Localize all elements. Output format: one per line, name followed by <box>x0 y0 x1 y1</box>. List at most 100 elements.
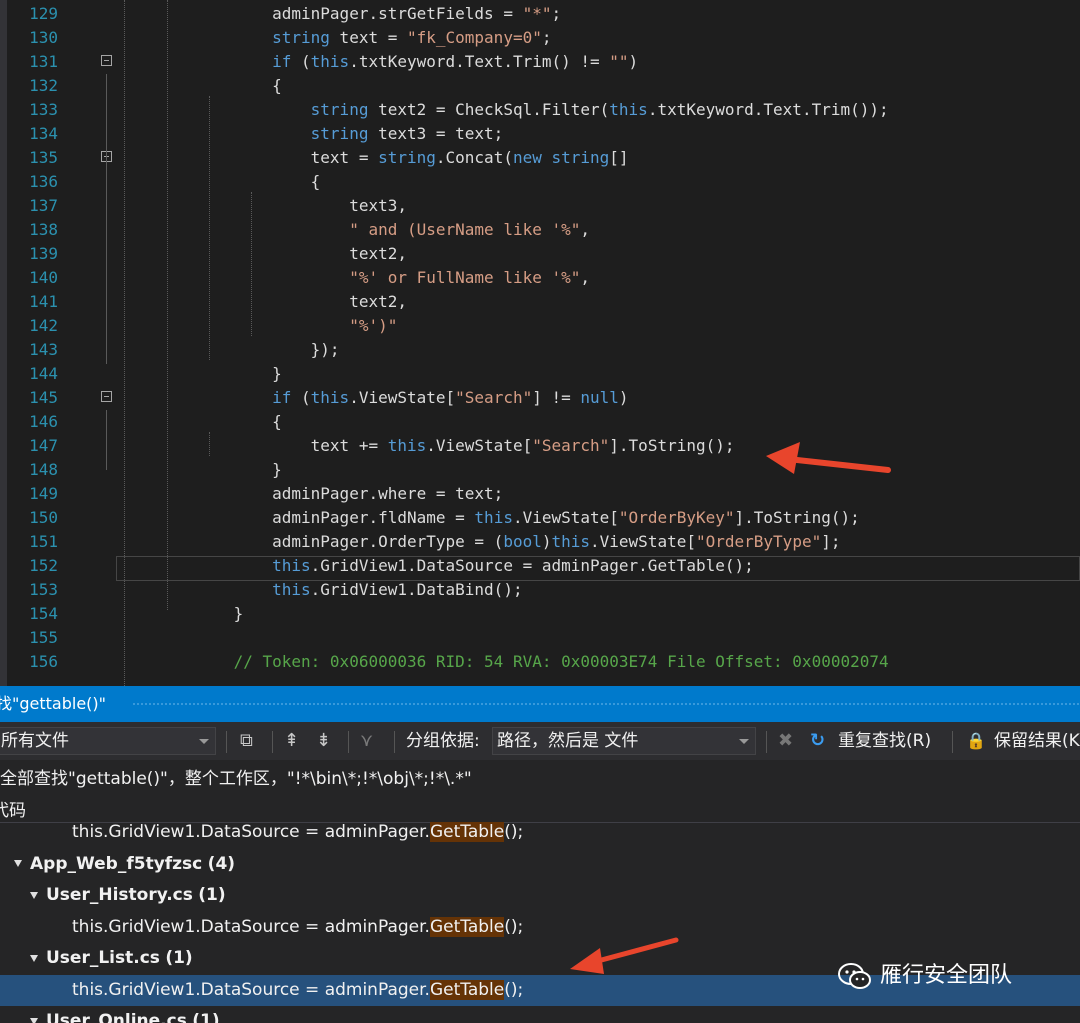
line-number: 151 <box>29 532 58 551</box>
line-number: 131 <box>29 52 58 71</box>
find-results-title-bar[interactable]: 找"gettable()" <box>0 686 1080 722</box>
code-line[interactable]: 133 string text2 = CheckSql.Filter(this.… <box>0 98 1080 122</box>
go-to-next-icon[interactable]: ⇟ <box>316 728 331 754</box>
code-text: text = string.Concat(new string[] <box>118 146 629 170</box>
copy-icon[interactable]: ⧉ <box>240 728 253 754</box>
code-token: , <box>580 220 591 239</box>
code-text: string text = "fk_Company=0"; <box>118 26 551 50</box>
toolbar-separator <box>394 731 395 753</box>
code-text: { <box>118 170 321 194</box>
code-line[interactable]: 136 { <box>0 170 1080 194</box>
scope-dropdown[interactable]: 所有文件 <box>0 727 216 755</box>
code-line[interactable]: 153 this.GridView1.DataBind(); <box>0 578 1080 602</box>
code-text: "%')" <box>118 314 397 338</box>
code-token: ( <box>291 52 311 71</box>
group-by-dropdown[interactable]: 路径，然后是 文件 <box>492 727 756 755</box>
line-number: 156 <box>29 652 58 671</box>
code-token: adminPager.OrderType = ( <box>118 532 504 551</box>
collapse-toggle-icon[interactable] <box>101 55 112 66</box>
find-results-title: 找"gettable()" <box>0 694 107 713</box>
expand-triangle-icon[interactable] <box>30 1017 38 1023</box>
go-to-previous-icon[interactable]: ⇞ <box>284 728 299 754</box>
match-highlight: GetTable <box>429 916 505 937</box>
code-token: .ViewState[ <box>349 388 456 407</box>
code-line[interactable]: 145 if (this.ViewState["Search"] != null… <box>0 386 1080 410</box>
collapse-toggle-icon[interactable] <box>101 391 112 402</box>
line-number: 145 <box>29 388 58 407</box>
code-line[interactable]: 146 { <box>0 410 1080 434</box>
stop-search-icon[interactable]: ✖ <box>778 728 793 754</box>
code-line[interactable]: 138 " and (UserName like '%", <box>0 218 1080 242</box>
code-text: if (this.txtKeyword.Text.Trim() != "") <box>118 50 638 74</box>
result-group-row[interactable]: User_Online.cs (1) <box>0 1006 1080 1023</box>
line-number: 132 <box>29 76 58 95</box>
code-token: string <box>118 124 369 143</box>
code-line[interactable]: 151 adminPager.OrderType = (bool)this.Vi… <box>0 530 1080 554</box>
code-token: [] <box>609 148 629 167</box>
chevron-down-icon <box>199 739 209 744</box>
code-token: string <box>118 100 369 119</box>
code-line[interactable]: 148 } <box>0 458 1080 482</box>
expand-triangle-icon[interactable] <box>30 954 38 962</box>
code-token: ; <box>551 4 562 23</box>
code-token: null <box>580 388 619 407</box>
code-line[interactable]: 140 "%' or FullName like '%", <box>0 266 1080 290</box>
code-token: ].ToString(); <box>609 436 735 455</box>
code-line[interactable]: 130 string text = "fk_Company=0"; <box>0 26 1080 50</box>
code-text: " and (UserName like '%", <box>118 218 590 242</box>
code-line[interactable]: 154 } <box>0 602 1080 626</box>
result-group-row[interactable]: App_Web_f5tyfzsc (4) <box>0 849 1080 880</box>
code-line[interactable]: 141 text2, <box>0 290 1080 314</box>
code-token: string <box>551 148 610 167</box>
code-text: } <box>118 458 282 482</box>
code-line[interactable]: 132 { <box>0 74 1080 98</box>
code-line[interactable]: 131 if (this.txtKeyword.Text.Trim() != "… <box>0 50 1080 74</box>
expand-triangle-icon[interactable] <box>30 891 38 899</box>
code-line[interactable]: 147 text += this.ViewState["Search"].ToS… <box>0 434 1080 458</box>
code-line[interactable]: 134 string text3 = text; <box>0 122 1080 146</box>
code-line[interactable]: 149 adminPager.where = text; <box>0 482 1080 506</box>
indent-guide <box>251 192 252 336</box>
repeat-find-button[interactable]: 重复查找(R) <box>838 728 931 754</box>
clear-filter-icon[interactable]: ⋎ <box>360 728 373 754</box>
result-text: (); <box>504 979 524 1000</box>
indent-guide <box>209 432 210 456</box>
lock-icon[interactable]: 🔒 <box>966 728 986 754</box>
code-line[interactable]: 142 "%')" <box>0 314 1080 338</box>
code-token: adminPager.fldName = <box>118 508 475 527</box>
code-line[interactable]: 150 adminPager.fldName = this.ViewState[… <box>0 506 1080 530</box>
current-line-highlight <box>116 556 1080 581</box>
toolbar-separator <box>272 731 273 753</box>
code-text: } <box>118 602 244 626</box>
code-token: text = <box>329 28 407 47</box>
find-results-toolbar: 所有文件 ⧉ ⇞ ⇟ ⋎ 分组依据: 路径，然后是 文件 ✖ ↻ 重复查找(R)… <box>0 722 1080 760</box>
code-editor[interactable]: 129 adminPager.strGetFields = "*"; 130 st… <box>0 0 1080 686</box>
code-token: this <box>118 580 311 599</box>
expand-triangle-icon[interactable] <box>14 860 22 867</box>
refresh-icon[interactable]: ↻ <box>810 728 825 754</box>
result-group-row[interactable]: User_History.cs (1) <box>0 880 1080 911</box>
code-line[interactable]: 156 // Token: 0x06000036 RID: 54 RVA: 0x… <box>0 650 1080 674</box>
code-token: }); <box>118 340 340 359</box>
result-row[interactable]: this.GridView1.DataSource = adminPager.G… <box>0 817 1080 848</box>
code-line[interactable]: 139 text2, <box>0 242 1080 266</box>
line-number: 138 <box>29 220 58 239</box>
code-token: .Concat( <box>435 148 513 167</box>
toolbar-separator <box>952 731 953 753</box>
code-token: } <box>118 364 282 383</box>
code-token: { <box>118 172 321 191</box>
code-line[interactable]: 137 text3, <box>0 194 1080 218</box>
result-row[interactable]: this.GridView1.DataSource = adminPager.G… <box>0 912 1080 943</box>
code-token: this <box>551 532 591 551</box>
code-token: "OrderByType" <box>695 532 822 551</box>
code-line[interactable]: 135 text = string.Concat(new string[] <box>0 146 1080 170</box>
group-count: (1) <box>192 1011 220 1023</box>
keep-results-button[interactable]: 保留结果(K <box>994 728 1080 754</box>
code-line[interactable]: 143 }); <box>0 338 1080 362</box>
code-line[interactable]: 155 <box>0 626 1080 650</box>
toolbar-separator <box>766 731 767 753</box>
code-line[interactable]: 129 adminPager.strGetFields = "*"; <box>0 2 1080 26</box>
code-line[interactable]: 144 } <box>0 362 1080 386</box>
code-token: text = <box>118 148 379 167</box>
code-token: "Search" <box>532 436 610 455</box>
